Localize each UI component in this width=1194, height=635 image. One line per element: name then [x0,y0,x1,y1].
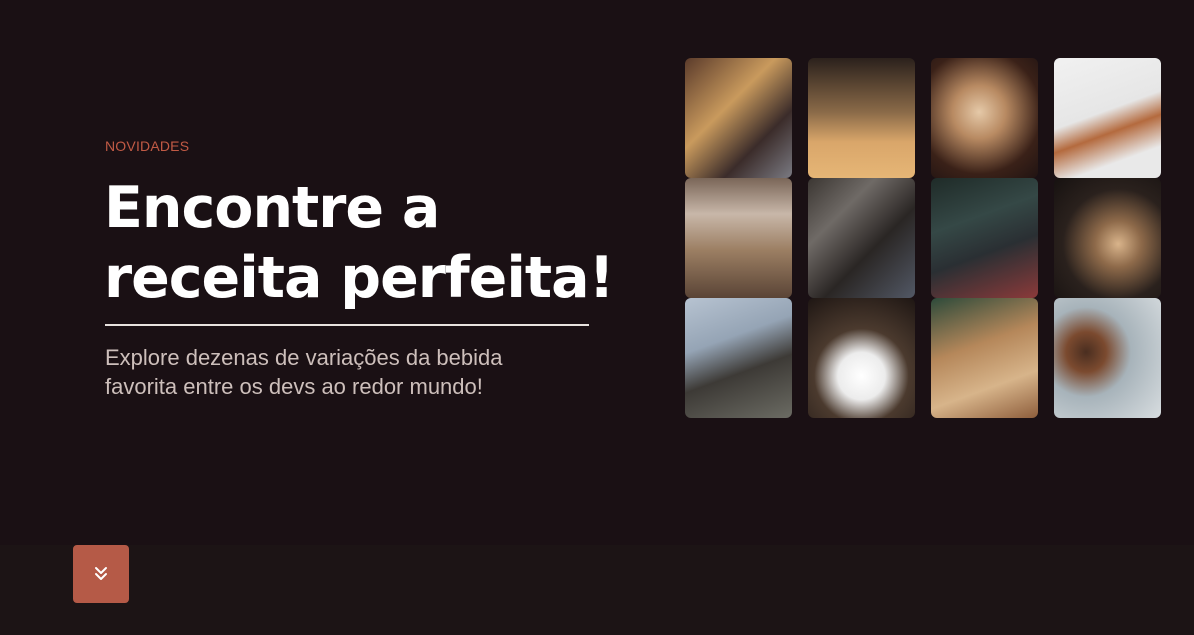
photo-coffee-beans-and-latte [1054,298,1161,418]
photo-person-with-coffee-cup-laptop [685,298,792,418]
photo-latte-art-pour [1054,178,1161,298]
photo-laptop-on-wooden-desk [685,58,792,178]
hero-section: NOVIDADES Encontre a receita perfeita! E… [0,0,1194,545]
double-chevron-down-icon [93,566,109,582]
hero-subtitle: Explore dezenas de variações da bebida f… [105,345,503,399]
photo-developer-at-monitors [931,178,1038,298]
photo-gallery [685,58,1161,418]
scroll-down-button[interactable] [73,545,129,603]
hero-headline: Encontre a receita perfeita! [104,175,615,311]
photo-pouring-coffee-stream [1054,58,1161,178]
photo-woman-drinking-coffee [931,58,1038,178]
photo-desk-with-notebook-and-coffee [931,298,1038,418]
footer-band [0,545,1194,635]
section-eyebrow: NOVIDADES [105,138,190,154]
photo-people-at-espresso-machine [808,178,915,298]
photo-pouring-coffee-glass [808,58,915,178]
divider [105,324,589,326]
photo-cup-on-table-blur [685,178,792,298]
photo-coffee-dripping-into-cup [808,298,915,418]
